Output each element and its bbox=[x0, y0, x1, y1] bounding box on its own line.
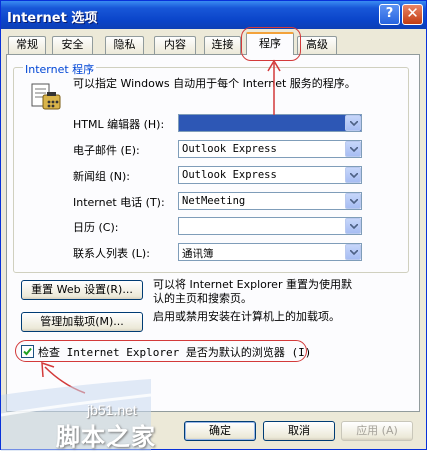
internet-call-select[interactable]: NetMeeting bbox=[178, 192, 362, 210]
calendar-select[interactable] bbox=[178, 217, 362, 235]
newsgroups-select[interactable]: Outlook Express bbox=[178, 166, 362, 184]
calendar-label: 日历 (C): bbox=[73, 221, 119, 234]
email-value: Outlook Express bbox=[182, 143, 277, 155]
reset-web-text-line2: 认的主页和搜索页。 bbox=[153, 292, 252, 305]
cancel-button[interactable]: 取消 bbox=[263, 421, 335, 441]
tab-security[interactable]: 安全 bbox=[52, 36, 93, 54]
tab-privacy[interactable]: 隐私 bbox=[105, 36, 144, 54]
chevron-down-icon[interactable] bbox=[345, 218, 361, 234]
newsgroups-value: Outlook Express bbox=[182, 169, 277, 181]
annotation-arrow-icon bbox=[267, 59, 281, 115]
ok-button[interactable]: 确定 bbox=[184, 421, 256, 441]
apply-button[interactable]: 应用 (A) bbox=[341, 421, 413, 441]
help-button[interactable]: ? bbox=[379, 4, 400, 25]
manage-addons-text: 启用或禁用安装在计算机上的加载项。 bbox=[153, 310, 340, 323]
html-editor-label: HTML 编辑器 (H): bbox=[73, 118, 165, 131]
close-button[interactable]: ✕ bbox=[402, 4, 423, 25]
chevron-down-icon[interactable] bbox=[345, 167, 361, 183]
newsgroups-label: 新闻组 (N): bbox=[73, 170, 131, 183]
tab-connections[interactable]: 连接 bbox=[204, 36, 241, 54]
tab-general[interactable]: 常规 bbox=[8, 36, 46, 54]
tab-programs[interactable]: 程序 bbox=[246, 32, 294, 55]
title-bar[interactable]: Internet 选项 ? ✕ bbox=[1, 1, 426, 29]
tab-advanced[interactable]: 高级 bbox=[297, 36, 337, 54]
chevron-down-icon[interactable] bbox=[345, 193, 361, 209]
internet-call-value: NetMeeting bbox=[182, 195, 246, 207]
contacts-select[interactable]: 通讯簿 bbox=[178, 243, 362, 261]
contacts-label: 联系人列表 (L): bbox=[73, 247, 150, 260]
internet-options-dialog: Internet 选项 ? ✕ 常规 安全 隐私 内容 连接 程序 高级 Int… bbox=[0, 0, 427, 451]
chevron-down-icon[interactable] bbox=[345, 244, 361, 260]
manage-addons-button[interactable]: 管理加载项(M)... bbox=[21, 312, 143, 332]
chevron-down-icon[interactable] bbox=[345, 141, 361, 157]
group-description: 可以指定 Windows 自动用于每个 Internet 服务的程序。 bbox=[73, 77, 356, 90]
email-label: 电子邮件 (E): bbox=[73, 144, 140, 157]
window-title: Internet 选项 bbox=[7, 11, 98, 26]
email-select[interactable]: Outlook Express bbox=[178, 140, 362, 158]
group-title: Internet 程序 bbox=[23, 61, 97, 77]
reset-web-settings-button[interactable]: 重置 Web 设置(R)... bbox=[21, 280, 143, 300]
contacts-value: 通讯簿 bbox=[182, 248, 214, 260]
reset-web-text-line1: 可以将 Internet Explorer 重置为使用默 bbox=[153, 278, 352, 291]
watermark-name: 脚本之家 bbox=[56, 423, 156, 451]
watermark-domain: jb51.net bbox=[87, 402, 137, 418]
programs-icon bbox=[31, 83, 61, 110]
internet-call-label: Internet 电话 (T): bbox=[73, 196, 165, 209]
chevron-down-icon[interactable] bbox=[345, 115, 361, 131]
tab-content[interactable]: 内容 bbox=[154, 36, 196, 54]
